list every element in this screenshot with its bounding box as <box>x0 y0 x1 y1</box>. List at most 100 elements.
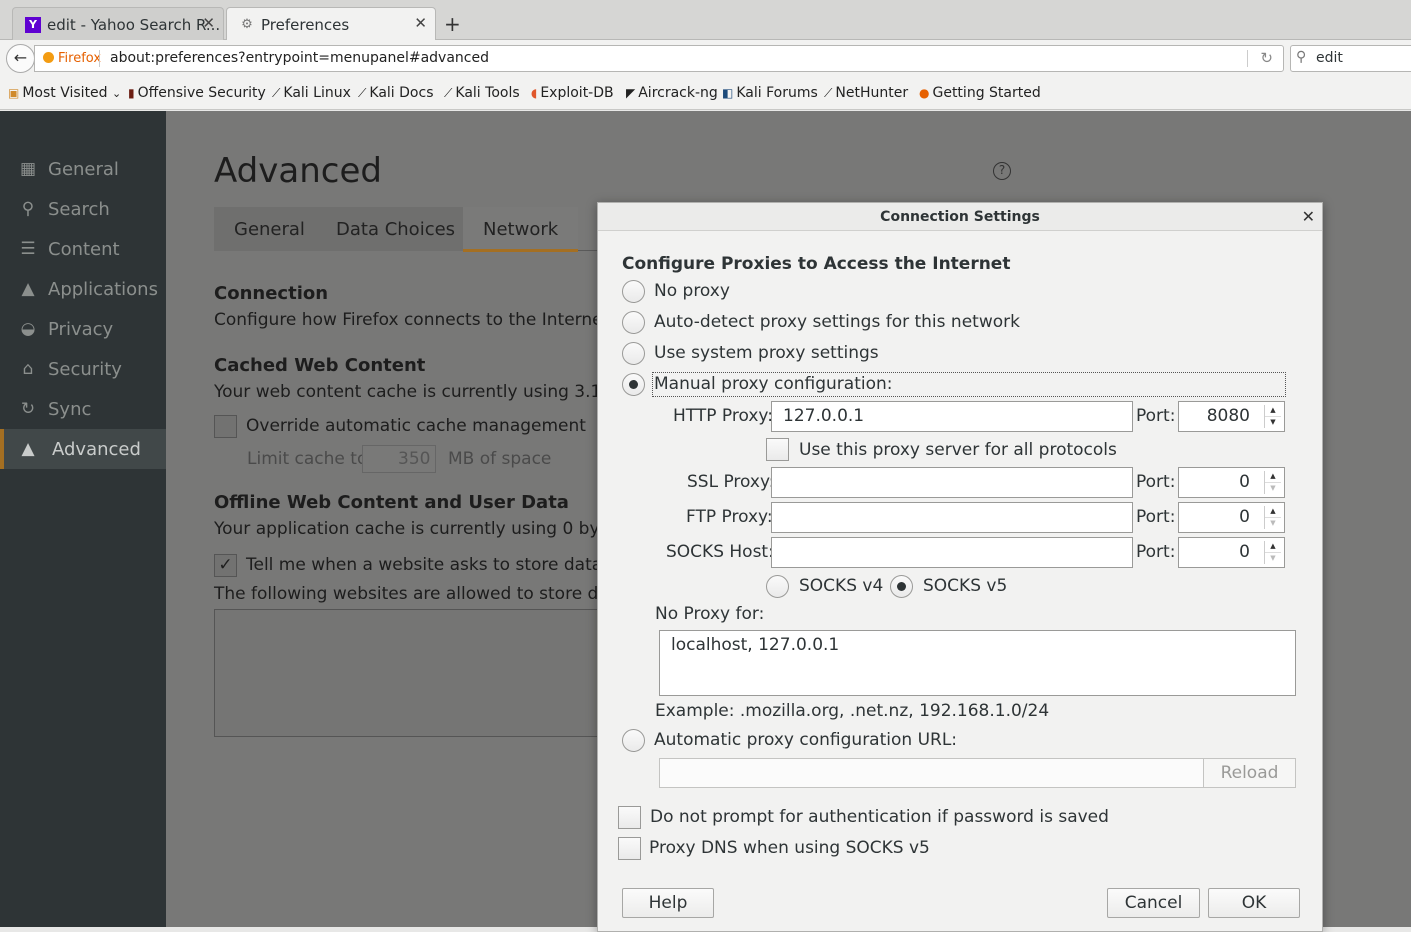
override-cache-checkbox[interactable] <box>214 415 237 438</box>
no-proxy-radio[interactable] <box>622 280 645 303</box>
socks-port-input[interactable]: 0 ▲ ▼ <box>1178 537 1285 568</box>
yahoo-icon: Y <box>25 17 41 33</box>
port-spinner[interactable]: ▲ ▼ <box>1264 471 1281 494</box>
bookmark-most-visited[interactable]: ▣ Most Visited ⌄ <box>8 85 121 101</box>
socks-v4-radio[interactable] <box>766 575 789 598</box>
tab-general[interactable]: General <box>214 207 325 251</box>
divider <box>1247 50 1248 67</box>
proxy-dns-label: Proxy DNS when using SOCKS v5 <box>649 838 930 858</box>
url-bar[interactable]: Firefox about:preferences?entrypoint=men… <box>34 45 1284 72</box>
spin-down-icon[interactable]: ▼ <box>1265 552 1281 563</box>
sidebar-item-content[interactable]: ☰ Content <box>0 229 166 269</box>
bookmark-getting-started[interactable]: ● Getting Started <box>919 85 1041 101</box>
sidebar-item-label: General <box>48 159 119 180</box>
sidebar-item-privacy[interactable]: ◒ Privacy <box>0 309 166 349</box>
check-icon: ✓ <box>218 555 233 575</box>
general-icon: ▦ <box>19 159 37 179</box>
bookmark-kali-linux[interactable]: ⟋ Kali Linux <box>272 85 351 101</box>
tab-data-choices[interactable]: Data Choices <box>316 207 476 251</box>
sidebar-item-label: Search <box>48 199 110 220</box>
sidebar-item-search[interactable]: ⚲ Search <box>0 189 166 229</box>
cache-size-value: 350 <box>398 449 431 469</box>
sidebar-item-general[interactable]: ▦ General <box>0 149 166 189</box>
no-prompt-auth-checkbox[interactable] <box>618 806 641 829</box>
proxy-dns-checkbox[interactable] <box>618 837 641 860</box>
sidebar-item-label: Sync <box>48 399 92 420</box>
bookmark-label: Aircrack-ng <box>638 85 718 101</box>
cache-description: Your web content cache is currently usin… <box>214 382 622 402</box>
sidebar-item-sync[interactable]: ↻ Sync <box>0 389 166 429</box>
spin-down-icon[interactable]: ▼ <box>1265 517 1281 528</box>
cache-size-stepper[interactable]: 350 <box>362 445 436 473</box>
sidebar-item-applications[interactable]: ▲ Applications <box>0 269 166 309</box>
ssl-port-input[interactable]: 0 ▲ ▼ <box>1178 467 1285 498</box>
spin-up-icon[interactable]: ▲ <box>1265 405 1281 416</box>
ssl-proxy-input[interactable] <box>771 467 1133 498</box>
back-button[interactable]: ← <box>6 44 35 73</box>
tab-network[interactable]: Network <box>463 207 579 252</box>
ftp-proxy-input[interactable] <box>771 502 1133 533</box>
spin-down-icon[interactable]: ▼ <box>1265 482 1281 493</box>
override-cache-label: Override automatic cache management <box>246 416 586 436</box>
manual-proxy-radio[interactable] <box>622 373 645 396</box>
close-tab-icon[interactable]: ✕ <box>414 14 427 32</box>
sidebar-item-advanced[interactable]: ▲ Advanced <box>0 429 166 469</box>
bookmark-kali-docs[interactable]: ⟋ Kali Docs <box>358 85 434 101</box>
bookmark-nethunter[interactable]: ⟋ NetHunter <box>824 85 908 101</box>
help-icon[interactable]: ? <box>993 162 1011 180</box>
divider <box>99 50 100 67</box>
port-spinner[interactable]: ▲ ▼ <box>1264 506 1281 529</box>
bookmark-kali-tools[interactable]: ⟋ Kali Tools <box>444 85 520 101</box>
bookmark-exploit-db[interactable]: ◖ Exploit-DB <box>531 85 614 101</box>
back-arrow-icon: ← <box>13 48 28 67</box>
new-tab-button[interactable]: + <box>444 12 461 36</box>
system-proxy-radio[interactable] <box>622 342 645 365</box>
http-port-value: 8080 <box>1206 406 1250 426</box>
close-tab-icon[interactable]: ✕ <box>202 14 215 32</box>
url-text[interactable]: about:preferences?entrypoint=menupanel#a… <box>110 50 489 66</box>
cancel-button[interactable]: Cancel <box>1107 888 1200 918</box>
tab-preferences[interactable]: ⚙ Preferences ✕ <box>226 7 436 40</box>
reload-icon[interactable]: ↻ <box>1260 49 1273 67</box>
ftp-port-value: 0 <box>1239 507 1250 527</box>
tab-yahoo-search[interactable]: Y edit - Yahoo Search R... ✕ <box>12 7 224 40</box>
tab-label: edit - Yahoo Search R... <box>47 16 221 34</box>
port-spinner[interactable]: ▲ ▼ <box>1264 405 1281 428</box>
bookmark-aircrack-ng[interactable]: ◤ Aircrack-ng <box>626 85 718 101</box>
search-bar[interactable]: ⚲ edit <box>1290 45 1411 72</box>
spin-up-icon[interactable]: ▲ <box>1265 541 1281 552</box>
auto-proxy-url-input[interactable] <box>659 758 1204 788</box>
identity-box[interactable]: Firefox <box>43 51 101 66</box>
help-button[interactable]: Help <box>622 888 714 918</box>
no-proxy-for-textarea[interactable]: localhost, 127.0.0.1 <box>659 630 1296 696</box>
navigation-toolbar: ← Firefox about:preferences?entrypoint=m… <box>0 40 1411 76</box>
close-icon[interactable]: ✕ <box>1302 207 1315 226</box>
applications-icon: ▲ <box>21 279 35 299</box>
spin-down-icon[interactable]: ▼ <box>1265 416 1281 427</box>
bookmark-kali-forums[interactable]: ◧ Kali Forums <box>722 85 818 101</box>
bookmark-offensive-security[interactable]: ▮ Offensive Security <box>128 85 266 101</box>
spin-up-icon[interactable]: ▲ <box>1265 471 1281 482</box>
search-input[interactable]: edit <box>1316 50 1343 66</box>
spin-up-icon[interactable]: ▲ <box>1265 506 1281 517</box>
reload-button[interactable]: Reload <box>1203 758 1296 788</box>
socks-v5-label: SOCKS v5 <box>923 576 1008 596</box>
port-spinner[interactable]: ▲ ▼ <box>1264 541 1281 564</box>
kali-dragon-icon: ⟋ <box>444 86 453 100</box>
all-protocols-checkbox[interactable] <box>766 438 789 461</box>
http-port-input[interactable]: 8080 ▲ ▼ <box>1178 401 1285 432</box>
ftp-port-input[interactable]: 0 ▲ ▼ <box>1178 502 1285 533</box>
dialog-title: Connection Settings <box>598 203 1322 231</box>
port-label: Port: <box>1136 406 1176 426</box>
sidebar-item-security[interactable]: ⌂ Security <box>0 349 166 389</box>
tell-me-checkbox[interactable]: ✓ <box>214 554 237 577</box>
socks-host-input[interactable] <box>771 537 1133 568</box>
offline-sites-list[interactable] <box>214 609 614 737</box>
tab-label: Preferences <box>261 16 350 34</box>
auto-proxy-url-radio[interactable] <box>622 729 645 752</box>
cache-heading: Cached Web Content <box>214 355 426 376</box>
http-proxy-input[interactable]: 127.0.0.1 <box>771 401 1133 432</box>
auto-detect-radio[interactable] <box>622 311 645 334</box>
socks-v5-radio[interactable] <box>890 575 913 598</box>
ok-button[interactable]: OK <box>1208 888 1300 918</box>
